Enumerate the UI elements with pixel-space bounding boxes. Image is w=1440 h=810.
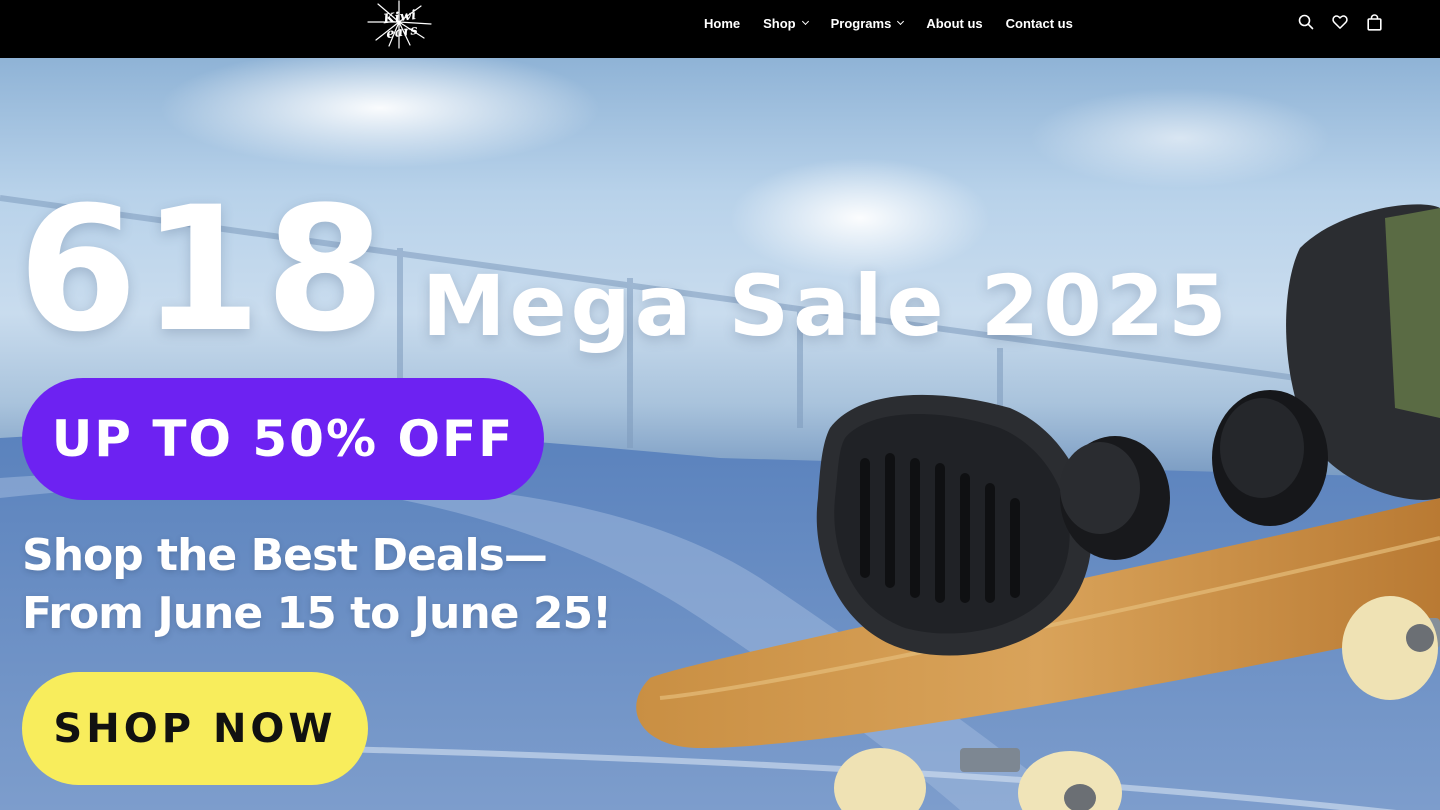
chevron-down-icon: [801, 17, 809, 26]
discount-text: UP TO 50% OFF: [51, 410, 515, 468]
main-nav: Home Shop Programs About us Contact us: [704, 14, 1073, 32]
header-actions: [1298, 13, 1382, 31]
sale-title-heading: Mega Sale 2025: [422, 257, 1231, 355]
kiwi-ears-logo[interactable]: Kiwi ears: [364, 0, 434, 50]
wishlist-button[interactable]: [1332, 13, 1348, 31]
nav-programs[interactable]: Programs: [830, 15, 905, 31]
nav-contact-label: Contact us: [1005, 15, 1073, 31]
nav-home-label: Home: [704, 15, 741, 31]
heart-icon: [1332, 15, 1348, 29]
site-header: Kiwi ears Home Shop Programs About us Co…: [0, 0, 1440, 58]
sale-number-heading: 618: [18, 169, 390, 370]
nav-programs-label: Programs: [830, 15, 892, 31]
shop-now-label: SHOP NOW: [53, 705, 337, 752]
nav-about-us[interactable]: About us: [926, 16, 982, 31]
chevron-down-icon: [897, 17, 905, 26]
deal-subheading-line-2: From June 15 to June 25!: [22, 588, 612, 639]
search-button[interactable]: [1298, 13, 1314, 31]
nav-shop-label: Shop: [763, 15, 796, 31]
cart-button[interactable]: [1366, 13, 1382, 31]
discount-badge: UP TO 50% OFF: [22, 378, 544, 500]
deal-subheading-line-1: Shop the Best Deals—: [22, 530, 548, 581]
shopping-bag-icon: [1366, 13, 1382, 31]
nav-shop[interactable]: Shop: [763, 15, 809, 31]
nav-contact-us[interactable]: Contact us: [1006, 16, 1073, 31]
search-icon: [1298, 14, 1314, 30]
nav-about-label: About us: [926, 15, 983, 31]
shop-now-button[interactable]: SHOP NOW: [22, 672, 368, 785]
nav-home[interactable]: Home: [704, 16, 740, 31]
hero-banner[interactable]: 618 Mega Sale 2025 UP TO 50% OFF Shop th…: [0, 58, 1440, 810]
